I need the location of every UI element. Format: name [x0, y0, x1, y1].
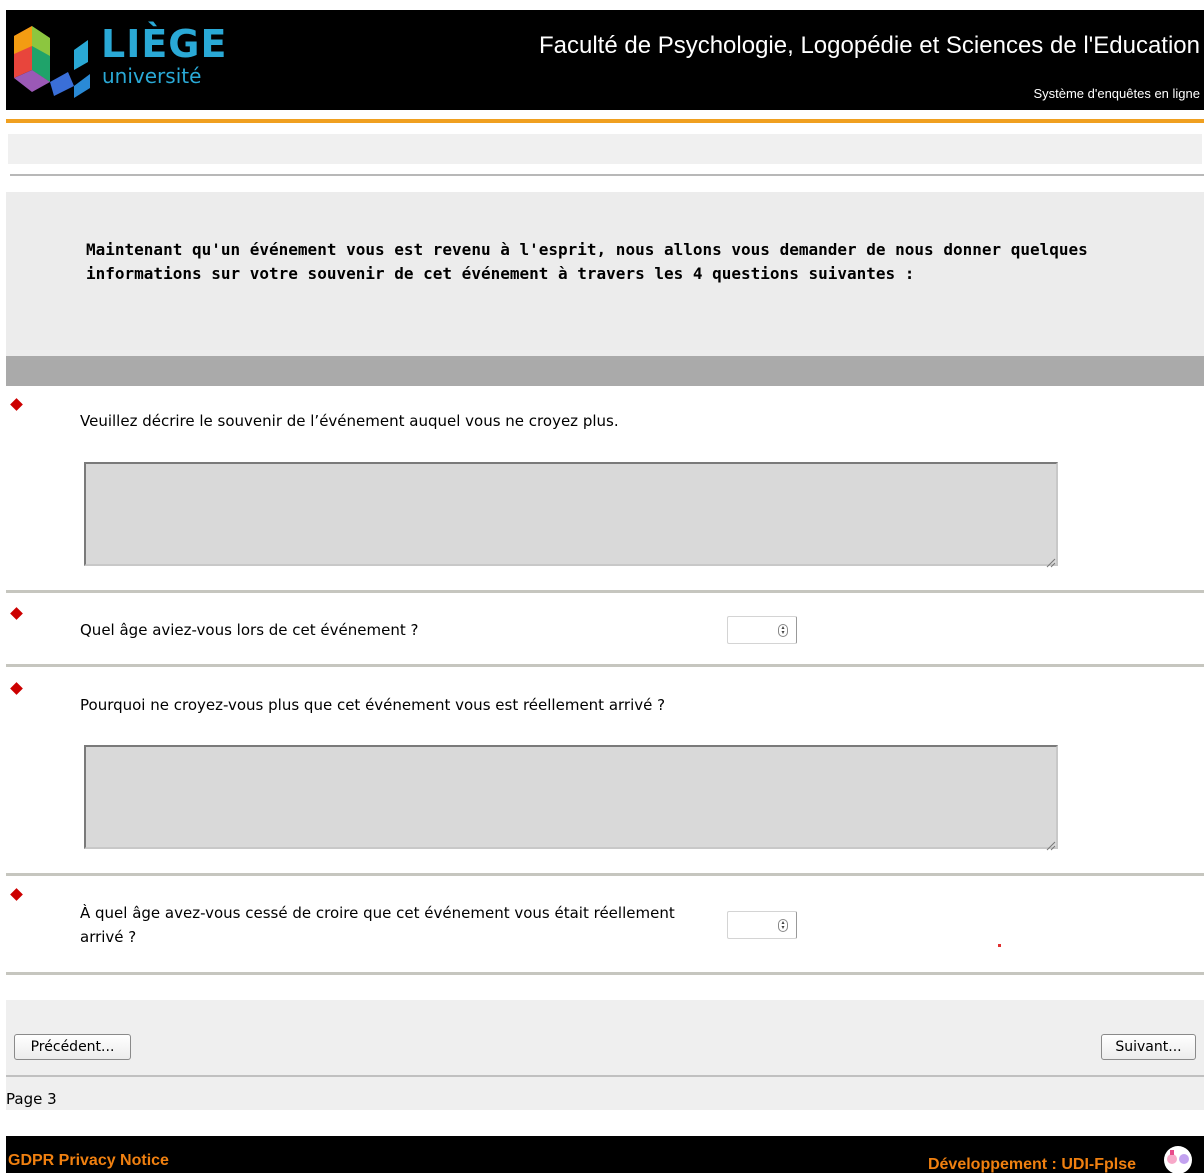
question-4-age-input[interactable]: ▴ ▾	[727, 911, 797, 939]
question-4-label: À quel âge avez-vous cessé de croire que…	[80, 904, 675, 946]
faculty-title: Faculté de Psychologie, Logopédie et Sci…	[538, 32, 1200, 59]
required-diamond-icon	[10, 682, 23, 695]
resize-grip-icon[interactable]	[1046, 558, 1056, 568]
question-separator	[6, 873, 1204, 876]
divider	[10, 174, 1204, 176]
logo-subtitle: université	[102, 64, 202, 88]
question-1-textarea[interactable]	[84, 462, 1058, 566]
resize-grip-icon[interactable]	[1046, 841, 1056, 851]
question-3-textarea[interactable]	[84, 745, 1058, 849]
intro-panel: Maintenant qu'un événement vous est reve…	[6, 192, 1204, 356]
question-separator	[6, 972, 1204, 975]
udi-logo-icon	[1164, 1146, 1192, 1173]
required-diamond-icon	[10, 888, 23, 901]
page-indicator: Page 3	[6, 1090, 57, 1108]
previous-button[interactable]: Précédent...	[14, 1034, 131, 1060]
developer-credit: Développement : UDI-Fplse	[927, 1156, 1136, 1173]
question-2-age-input[interactable]: ▴ ▾	[727, 616, 797, 644]
required-diamond-icon	[10, 607, 23, 620]
spinner-arrows-icon[interactable]: ▴ ▾	[778, 919, 788, 932]
question-2-label: Quel âge aviez-vous lors de cet événemen…	[80, 621, 419, 639]
spinner-arrows-icon[interactable]: ▴ ▾	[778, 624, 788, 637]
stray-marker	[998, 944, 1001, 947]
question-separator	[6, 590, 1204, 593]
question-1-label: Veuillez décrire le souvenir de l’événem…	[80, 412, 619, 430]
required-diamond-icon	[10, 398, 23, 411]
navigation-panel	[6, 1000, 1204, 1110]
site-footer: GDPR Privacy Notice Développement : UDI-…	[6, 1136, 1204, 1173]
intro-text: Maintenant qu'un événement vous est reve…	[86, 240, 1088, 283]
divider	[6, 1075, 1204, 1077]
section-band	[6, 356, 1204, 386]
header-divider	[6, 119, 1204, 123]
empty-toolbar-strip	[8, 134, 1202, 164]
system-subtitle: Système d'enquêtes en ligne	[1033, 86, 1200, 101]
site-header: LIÈGE université Faculté de Psychologie,…	[6, 10, 1204, 110]
next-button[interactable]: Suivant...	[1101, 1034, 1196, 1060]
logo-title: LIÈGE	[101, 22, 228, 66]
gdpr-privacy-link[interactable]: GDPR Privacy Notice	[8, 1152, 169, 1170]
question-separator	[6, 664, 1204, 667]
liege-logo-icon[interactable]	[14, 26, 94, 98]
question-3-label: Pourquoi ne croyez-vous plus que cet évé…	[80, 696, 666, 714]
